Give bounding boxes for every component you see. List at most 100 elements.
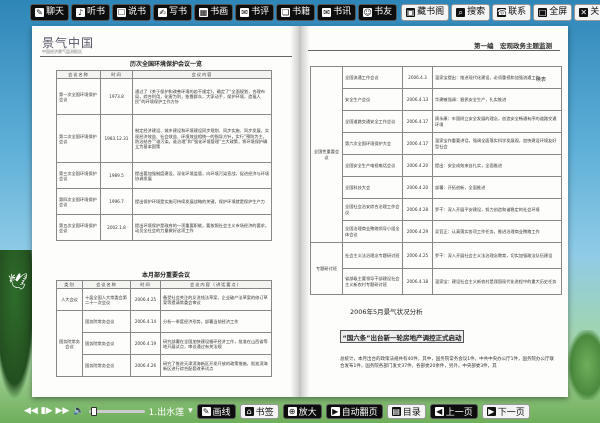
toolbar-button-search[interactable]: ⌕ 搜索 [451, 3, 491, 21]
toolbar-button-contact[interactable]: ☎ 联系 [492, 3, 532, 21]
meeting-date-cell: 2006.4.20 [402, 176, 433, 199]
book-logo-subtitle: 中国经济景气监测报告 [42, 49, 82, 54]
table-row: 全国科技大会 2006.4.20 部署：开拓创新，全面推进 [311, 176, 562, 199]
header-rule [308, 50, 560, 51]
table-row: 第二次全国环境保护会议 1983.12.31 制定经济建设、城乡建设和环境建设同步规… [56, 114, 272, 164]
contact-icon: ☎ [497, 7, 508, 17]
meeting-content-cell: 华建敏强调：狠抓安全生产，扎实推进 [432, 88, 562, 111]
draw-button[interactable]: ✎ 画线 [196, 403, 236, 419]
toolbar-button-comic[interactable]: ▦ 书画 [194, 3, 234, 21]
prev-page-icon: ◀ [434, 406, 444, 416]
toolbar-button-note[interactable]: ✉ 书讯 [317, 3, 357, 21]
meeting-content-cell: 分析一季度经济形势，部署当前经济工作 [160, 310, 272, 334]
toolbar-button-pen[interactable]: ✍ 写书 [153, 3, 193, 21]
zoom-icon: ⊕ [287, 406, 297, 416]
toolbar-button-fullscreen-label: 全屏 [549, 6, 568, 17]
table-header-cell: 时间 [130, 279, 161, 290]
events-table: 全国性重要会议 全国流通工作会议 2006.4.3 温家宝提出：推进现代化建设，必须重… [310, 66, 562, 295]
volume-slider[interactable] [88, 406, 145, 416]
book-icon: ☐ [117, 7, 127, 17]
collect-icon: ▣ [406, 7, 416, 17]
bookmark-add-button[interactable]: ⌂ 书签 [239, 403, 279, 419]
table1-title: 历次全国环境保护会议一览 [129, 61, 202, 68]
meeting-name-cell: 十届全国人大常委会第二十一次会议 [82, 288, 131, 312]
header-rule [40, 56, 292, 57]
table-row: 专题研讨班 社会主义法治理念专题研讨班 2006.4.25 罗干：深入开展社会主义法治… [310, 242, 562, 295]
top-toolbar: ✎ 聊天 ♪ 听书 ☐ 说书 ✍ 写书 ▦ 书画 ✉ 书评 ❏ 书籍 ✉ 书讯 ☺ 书友 ▣ 藏书阁 ⌕ 搜索 ☎ 联系 □ 全… [0, 0, 600, 24]
meeting-date-cell: 2006.4.13 [402, 88, 433, 111]
meeting-name-cell: 全国道路交通安全工作会议 [342, 110, 403, 133]
playlist-select[interactable]: 1.出水莲 [149, 405, 185, 418]
meeting-content-cell: 研究了推进天津滨海新区开发开放的政策措施，批准滨海新区进行综合配套改革试点 [160, 354, 272, 378]
auto-read-button-label: 自动翻页 [341, 407, 378, 418]
toolbar-button-close[interactable]: ✕关闭 [574, 3, 600, 21]
table-row: 第六次全国环境保护大会 2006.4.17 温家宝作重要讲话，强调全面落实科学发展观… [311, 132, 562, 155]
toolbar-button-book[interactable]: ☐ 说书 [112, 3, 152, 21]
meeting-date-cell: 2006.4.14 [130, 310, 161, 334]
table-header-cell: 时间 [100, 69, 133, 80]
highlight-heading: “国六条”出台新一轮房地产调控正式启动 [340, 330, 464, 343]
meeting-name-cell: 省部级主要领导干部建设社会主义新农村专题研讨班 [342, 268, 403, 295]
comic-icon: ▦ [199, 7, 209, 17]
meeting-content-cell: 温家宝作重要讲话，强调全面落实科学发展观，加快建设环境友好型社会 [432, 132, 562, 155]
table-header-row: 会议名称 时间 会议内容 [56, 69, 272, 80]
toolbar-button-headphone-label: 听书 [87, 6, 106, 17]
table-row: 安全生产会议 2006.4.13 华建敏强调：狠抓安全生产，扎实推进 [311, 88, 562, 111]
meeting-name-cell: 第一次全国环境保护会议 [56, 78, 101, 116]
body-paragraph: 总统计，本月出台的政策法规共有40件，其中，国务院常务会议1件，中共中央办公厅1… [340, 357, 554, 369]
meeting-date-cell: 2006.4.28 [402, 198, 433, 221]
next-page-icon: ▶ [486, 406, 496, 416]
meeting-name-cell: 安全生产会议 [342, 88, 403, 111]
meeting-content-cell: 温家宝：建设社会主义新农村是我国现代化进程中的重大历史任务 [432, 268, 562, 295]
playback-controls[interactable]: ◀◀ ▮▶ ▶▶ [24, 406, 69, 416]
toolbar-button-collect[interactable]: ▣ 藏书阁 [401, 3, 450, 21]
toolbar-button-note-label: 书讯 [333, 6, 352, 17]
table-row: 国务院常务会议 国务院常务会议 2006.4.14 分析一季度经济形势，部署当前经济工… [56, 310, 272, 378]
table-row: 第四次全国环境保护会议 1996.7 提出保护环境是实施可持续发展战略的关键，保护环… [56, 188, 272, 216]
meeting-name-cell: 第五次全国环境保护会议 [56, 214, 101, 242]
meeting-date-cell: 2006.4.3 [402, 66, 433, 89]
meeting-content-cell: 周永康：牢固树立安全发展的理念，创造安全畅通有序的道路交通环境 [432, 110, 562, 133]
toolbar-button-review[interactable]: ✉ 书评 [235, 3, 275, 21]
right-page: 第一编 宏观政务主题监测 续表 全国性重要会议 全国流通工作会议 2006.4.3 温… [300, 26, 568, 397]
bookmark-add-button-label: 书签 [255, 407, 274, 418]
catalog-button[interactable]: ▤ 目录 [386, 403, 426, 419]
meeting-name-cell: 国务院常务会议 [82, 310, 131, 334]
category-cell: 人大会议 [56, 288, 83, 312]
headphone-icon: ♪ [76, 7, 86, 17]
zoom-button-label: 放大 [298, 407, 317, 418]
table-row: 全国道路交通安全工作会议 2006.4.17 周永康：牢固树立安全发展的理念，创造安… [311, 110, 562, 133]
table2-title: 本月部分重要会议 [141, 272, 190, 279]
bottom-button-group: ✎ 画线 ⌂ 书签 ⊕ 放大 ▶ 自动翻页 ▤ 目录 ◀ 上一页 ▶ 下一页 [196, 403, 530, 419]
meeting-date-cell: 1983.12.31 [100, 114, 133, 164]
meeting-date-cell: 1996.7 [100, 188, 133, 216]
zoom-button[interactable]: ⊕ 放大 [282, 403, 322, 419]
category-cell: 国务院常务会议 [56, 310, 83, 378]
volume-icon[interactable]: 🔈 [73, 406, 84, 416]
toolbar-button-headphone[interactable]: ♪ 听书 [71, 3, 111, 21]
prev-page-button[interactable]: ◀ 上一页 [429, 403, 478, 419]
volume-slider-knob[interactable] [90, 406, 97, 416]
meeting-name-cell: 全国流通工作会议 [342, 66, 403, 89]
toolbar-button-chat[interactable]: ✎ 聊天 [30, 3, 70, 21]
toolbar-button-pen-label: 写书 [169, 6, 188, 17]
table-row: 第三次全国环境保护会议 1989.5 提出要加强制度建设，深化环境监管，向环境污染宣… [56, 162, 272, 190]
table-row: 全国安全生产电视电话会议 2006.4.20 提出：安全成效来自扎实，全面推进 [311, 154, 562, 177]
table-row: 国务院常务会议 2006.4.19 研究部署在全国加快建设循环经济工作，批准在山西省… [57, 332, 272, 356]
toolbar-button-bookmark[interactable]: ❏ 书籍 [276, 3, 316, 21]
note-icon: ✉ [322, 7, 332, 17]
toolbar-button-friends[interactable]: ☺ 书友 [358, 3, 398, 21]
table-header-cell: 类别 [56, 279, 83, 290]
next-page-button[interactable]: ▶ 下一页 [481, 403, 530, 419]
toolbar-button-contact-label: 联系 [508, 6, 527, 17]
toolbar-button-friends-label: 书友 [374, 6, 393, 17]
meeting-name-cell: 第六次全国环境保护大会 [342, 132, 403, 155]
meeting-content-cell: 制定经济建设、城乡建设和环境建设同步规划、同步实施、同步发展，实现经济效益、社会… [132, 114, 272, 164]
auto-read-button[interactable]: ▶ 自动翻页 [325, 403, 383, 419]
playlist-dropdown-icon[interactable]: ▾ [188, 406, 193, 416]
table-header-cell: 会议名称 [56, 69, 101, 80]
pen-icon: ✍ [158, 7, 168, 17]
toolbar-button-fullscreen[interactable]: □ 全屏 [533, 3, 573, 21]
meeting-date-cell: 2006.4.29 [402, 220, 433, 243]
meeting-content-cell: 温家宝提出：推进现代化建设，必须重视和加强流通工作 [432, 66, 562, 89]
